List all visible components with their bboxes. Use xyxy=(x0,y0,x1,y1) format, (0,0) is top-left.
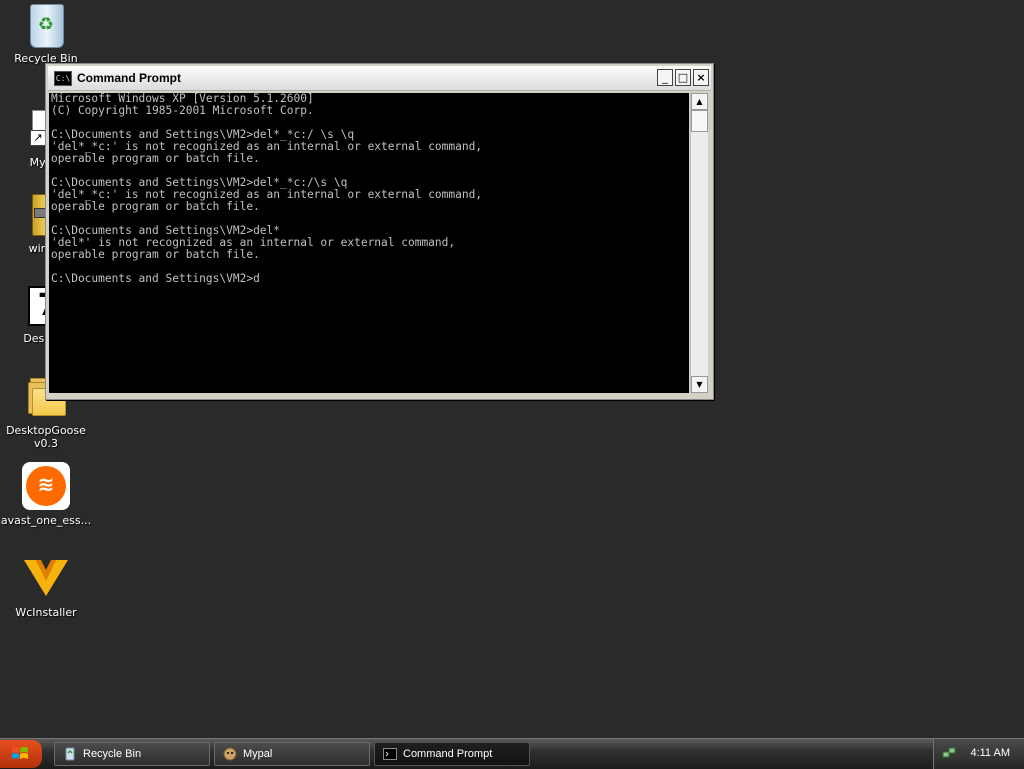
command-prompt-icon: C:\ xyxy=(54,71,72,86)
mypal-icon xyxy=(223,747,237,761)
recycle-bin-icon: ♻ xyxy=(22,0,70,48)
system-tray: 4:11 AM xyxy=(933,739,1024,769)
window-title: Command Prompt xyxy=(77,71,182,85)
clock[interactable]: 4:11 AM xyxy=(970,747,1010,759)
recycle-bin-icon xyxy=(65,747,75,761)
desktop-icon-avast[interactable]: ≋ avast_one_ess... xyxy=(0,462,92,527)
wcinstaller-icon xyxy=(22,554,70,602)
console-output[interactable]: Microsoft Windows XP [Version 5.1.2600] … xyxy=(49,93,689,393)
desktop-icon-recycle-bin[interactable]: ♻ Recycle Bin xyxy=(0,0,92,65)
desktop-icon-label: DesktopGoose v0.3 xyxy=(6,424,86,450)
desktop-icon-label: avast_one_ess... xyxy=(0,514,92,527)
console-line: operable program or batch file. xyxy=(51,152,260,165)
taskbar: Recycle Bin Mypal Command Prompt 4:11 AM xyxy=(0,738,1024,769)
command-prompt-icon xyxy=(383,748,397,760)
avast-icon: ≋ xyxy=(22,462,70,510)
desktop: ♻ Recycle Bin ↗ Mypal winzip 7 Desktop D… xyxy=(0,0,1024,738)
console-line: operable program or batch file. xyxy=(51,248,260,261)
scroll-down-button[interactable]: ▼ xyxy=(691,376,708,393)
taskbar-button-label: Recycle Bin xyxy=(83,748,142,760)
taskbar-button-recycle-bin[interactable]: Recycle Bin xyxy=(54,742,210,766)
window-titlebar[interactable]: C:\ Command Prompt _ □ × xyxy=(48,66,711,91)
console-line: (C) Copyright 1985-2001 Microsoft Corp. xyxy=(51,104,314,117)
desktop-icon-label: WcInstaller xyxy=(15,606,77,619)
network-icon[interactable] xyxy=(942,746,956,760)
maximize-button[interactable]: □ xyxy=(675,69,691,86)
taskbar-button-label: Mypal xyxy=(243,748,273,760)
taskbar-button-command-prompt[interactable]: Command Prompt xyxy=(374,742,530,766)
command-prompt-window[interactable]: C:\ Command Prompt _ □ × Microsoft Windo… xyxy=(45,63,714,400)
taskbar-button-mypal[interactable]: Mypal xyxy=(214,742,370,766)
console-prompt-line[interactable]: C:\Documents and Settings\VM2>d xyxy=(49,273,689,285)
minimize-button[interactable]: _ xyxy=(657,69,673,86)
console-line: operable program or batch file. xyxy=(51,200,260,213)
vertical-scrollbar[interactable]: ▲ ▼ xyxy=(690,93,708,393)
taskbar-button-label: Command Prompt xyxy=(403,748,493,760)
start-button[interactable] xyxy=(0,740,42,768)
windows-logo-icon xyxy=(12,747,28,759)
scroll-up-button[interactable]: ▲ xyxy=(691,93,708,110)
scrollbar-thumb[interactable] xyxy=(691,110,708,132)
close-button[interactable]: × xyxy=(693,69,709,86)
desktop-icon-wcinstaller[interactable]: WcInstaller xyxy=(0,554,92,619)
